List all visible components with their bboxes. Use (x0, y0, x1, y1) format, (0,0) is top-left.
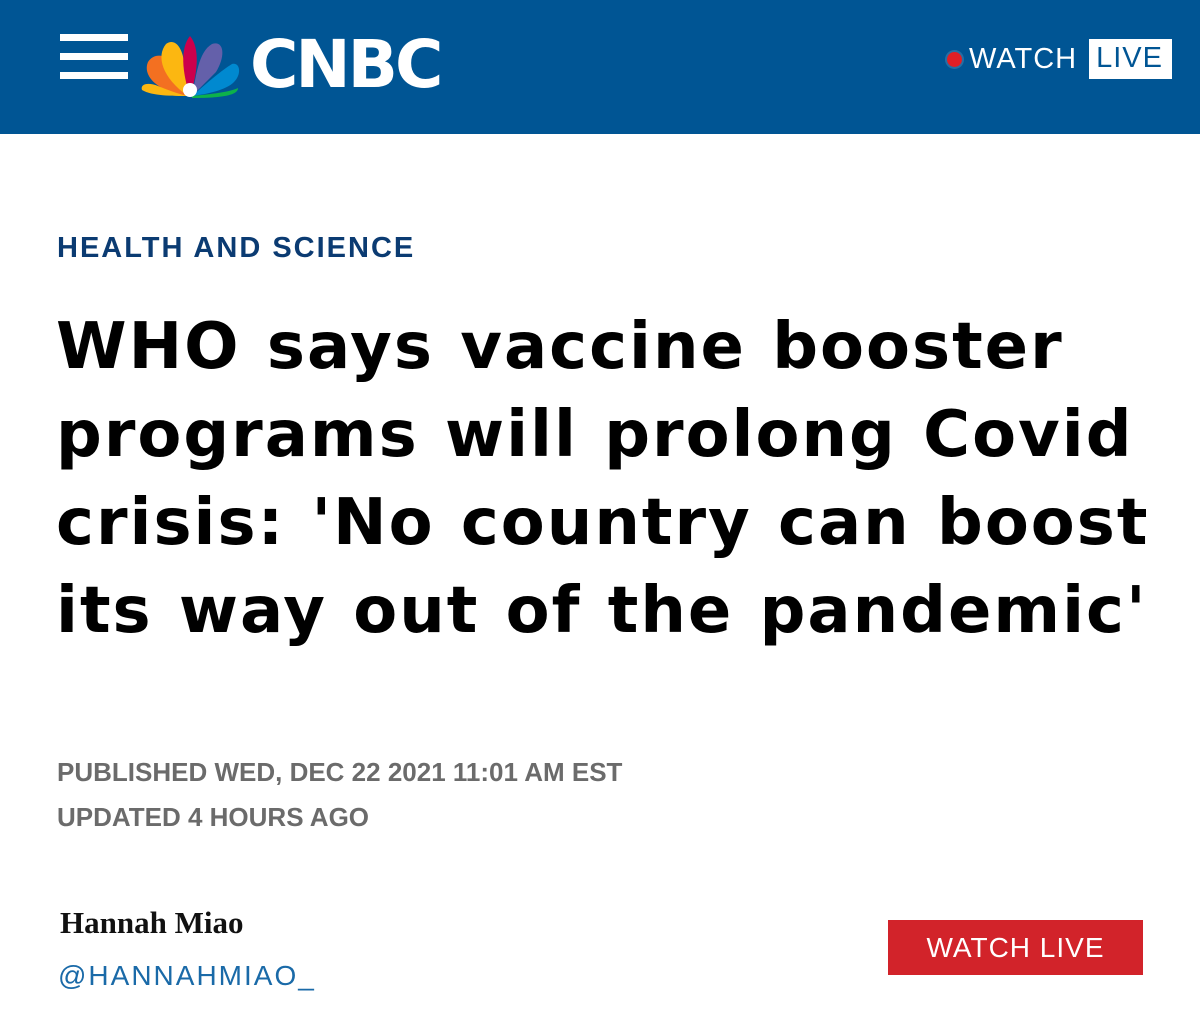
menu-bar-top (60, 34, 128, 41)
cnbc-wordmark: CNBC (250, 26, 443, 103)
menu-bar-middle (60, 53, 128, 60)
menu-bar-bottom (60, 72, 128, 79)
author-handle[interactable]: @HANNAHMIAO_ (58, 960, 316, 992)
hamburger-menu-icon[interactable] (60, 34, 128, 80)
cnbc-logo[interactable]: CNBC (138, 20, 443, 110)
article-headline: WHO says vaccine booster programs will p… (56, 310, 1150, 648)
header-watch-label: WATCH (969, 42, 1078, 75)
updated-timestamp: UPDATED 4 HOURS AGO (57, 802, 370, 832)
header-live-badge: LIVE (1089, 39, 1172, 79)
nbc-peacock-icon (141, 36, 240, 98)
site-header: CNBC WATCH LIVE (0, 0, 1200, 134)
watch-live-button[interactable]: WATCH LIVE (888, 920, 1143, 975)
header-watch-live-link[interactable]: WATCH LIVE (947, 39, 1172, 79)
author-name[interactable]: Hannah Miao (60, 905, 243, 941)
category-link[interactable]: HEALTH AND SCIENCE (57, 232, 415, 265)
red-dot-icon (947, 51, 963, 67)
published-timestamp: PUBLISHED WED, DEC 22 2021 11:01 AM EST (57, 757, 623, 787)
